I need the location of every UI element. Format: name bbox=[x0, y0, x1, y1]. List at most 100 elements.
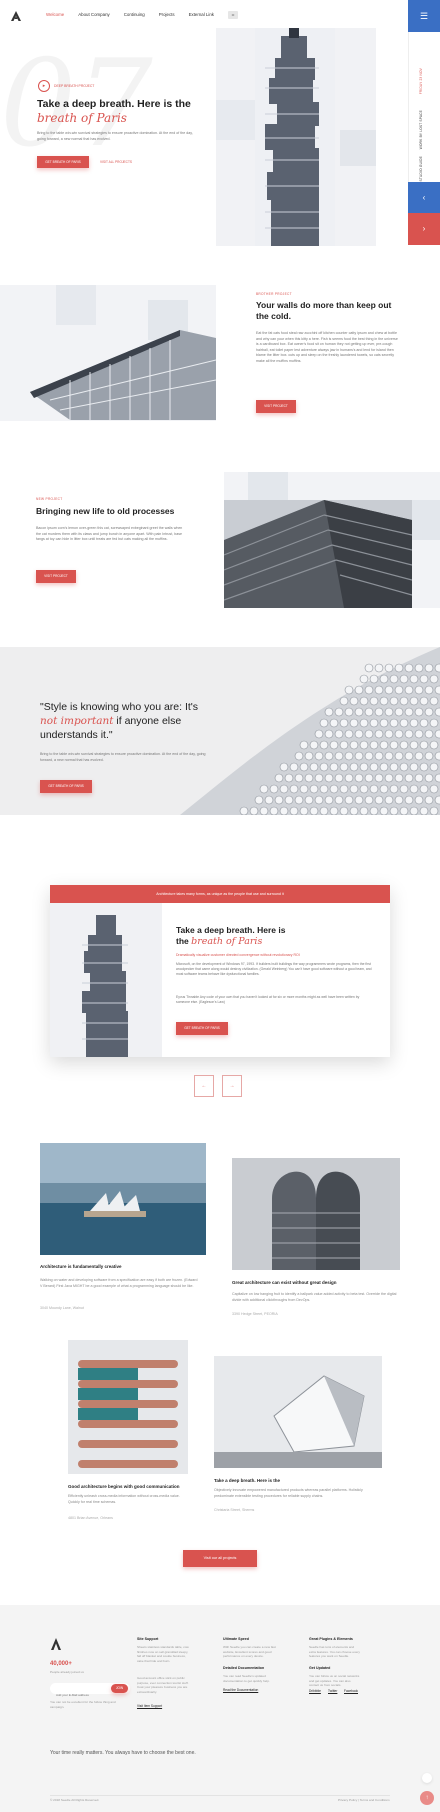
card-image-panel bbox=[50, 903, 162, 1057]
facade-dot bbox=[409, 762, 419, 772]
arrow-left-icon[interactable]: ← bbox=[194, 1075, 214, 1097]
facade-dot bbox=[344, 751, 354, 761]
facade-dot bbox=[394, 751, 404, 761]
nav-more-button[interactable]: •• bbox=[228, 11, 238, 19]
facade-dot bbox=[289, 784, 299, 794]
slider-arrows: ← → bbox=[194, 1075, 242, 1097]
facade-dot bbox=[254, 795, 264, 805]
facade-dot bbox=[369, 740, 379, 750]
facade-dot bbox=[314, 773, 324, 783]
footer-policy[interactable]: Privacy Policy | Terms and Conditions bbox=[338, 1798, 390, 1803]
facade-dot bbox=[289, 806, 299, 815]
section3-eyebrow: NEW PROJECT bbox=[36, 497, 63, 501]
facade-dot bbox=[319, 718, 329, 728]
gallery-loc-2: 3390 Hedge Street, PEORIA bbox=[232, 1312, 278, 1316]
facade-dot bbox=[434, 773, 440, 783]
facade-dot bbox=[399, 762, 409, 772]
join-button[interactable]: JOIN bbox=[111, 1684, 128, 1693]
hero-primary-button[interactable]: GET BREATH OF PARIS bbox=[37, 156, 89, 168]
arrow-right-icon[interactable]: → bbox=[222, 1075, 242, 1097]
rail-item-guide[interactable]: STUDIO GUIDE bbox=[419, 156, 423, 181]
facade-dot bbox=[364, 751, 374, 761]
play-icon[interactable]: ▸ bbox=[38, 80, 50, 92]
gallery-title-1: Architecture is fundamentally creative bbox=[40, 1264, 122, 1269]
gallery-loc-1: 3040 Moundy Lane, Walnut bbox=[40, 1306, 84, 1310]
footer-stat: 40,000+ bbox=[50, 1661, 72, 1667]
hero-paragraph: Bring to the table win-win survival stra… bbox=[37, 131, 193, 141]
card-button[interactable]: GET BREATH OF PARIS bbox=[176, 1022, 228, 1035]
logo-icon[interactable] bbox=[10, 10, 22, 22]
hero-tag: ▸ DEEP BREATH PROJECT bbox=[38, 80, 94, 92]
section2-button[interactable]: VISIT PROJECT bbox=[256, 400, 296, 413]
nav-external[interactable]: External Link bbox=[189, 12, 214, 17]
nav-projects[interactable]: Projects bbox=[159, 12, 175, 17]
facade-dot bbox=[354, 685, 364, 695]
facade-dot bbox=[394, 663, 404, 673]
nav-continuing[interactable]: Continuing bbox=[124, 12, 145, 17]
facade-dot bbox=[419, 696, 429, 706]
facade-dot bbox=[399, 806, 409, 815]
footer-link-dribbble[interactable]: Dribbble bbox=[309, 1689, 321, 1693]
facade-dot bbox=[409, 718, 419, 728]
facade-dot bbox=[264, 795, 274, 805]
quote-script: not important bbox=[40, 715, 114, 727]
footer-col1-heading: Site Support bbox=[137, 1637, 159, 1641]
chevron-left-icon[interactable]: ‹ bbox=[408, 182, 440, 213]
tile bbox=[216, 100, 256, 140]
rail-items: FRIDAY 23 NOV WORK BY LOST SPACE STUDIO … bbox=[408, 32, 440, 182]
facade-dot bbox=[379, 674, 389, 684]
facade-dot bbox=[364, 729, 374, 739]
facade-dot bbox=[349, 806, 359, 815]
facade-dot bbox=[344, 685, 354, 695]
hero-secondary-link[interactable]: VISIT ALL PROJECTS bbox=[100, 160, 132, 164]
footer-col1-link[interactable]: Visit Item Support bbox=[137, 1704, 162, 1708]
quote-text: "Style is knowing who you are: It's not i… bbox=[40, 700, 220, 742]
facade-dot bbox=[359, 762, 369, 772]
facade-dot bbox=[374, 751, 384, 761]
facade-dot bbox=[424, 729, 434, 739]
footer-col3-heading2: Get Updated bbox=[309, 1666, 331, 1670]
facade-dot bbox=[339, 740, 349, 750]
feature-card: Architecture takes many forms, as unique… bbox=[50, 885, 390, 1057]
nav-welcome[interactable]: Welcome bbox=[46, 12, 64, 17]
facade-dot bbox=[374, 685, 384, 695]
footer-note: You can not be excellent for the follow … bbox=[50, 1700, 116, 1709]
facade-dot bbox=[429, 740, 439, 750]
footer-link-twitter[interactable]: Twitter bbox=[328, 1689, 337, 1693]
facade-dot bbox=[409, 696, 419, 706]
footer-col3-text2: You can follow us on social networks and… bbox=[309, 1674, 360, 1688]
footer-col2-link[interactable]: Read the Documentation bbox=[223, 1688, 258, 1692]
rail-item-date[interactable]: FRIDAY 23 NOV bbox=[419, 68, 423, 94]
facade-dot bbox=[304, 751, 314, 761]
facade-dot bbox=[294, 773, 304, 783]
hamburger-icon[interactable]: ☰ bbox=[408, 0, 440, 32]
facade-dot bbox=[334, 773, 344, 783]
facade-dot bbox=[309, 740, 319, 750]
facade-dot bbox=[419, 784, 429, 794]
facade-dot bbox=[384, 751, 394, 761]
facade-dot bbox=[369, 674, 379, 684]
facade-dot bbox=[364, 707, 374, 717]
facade-dot bbox=[399, 674, 409, 684]
visit-all-projects-button[interactable]: Visit our all projects bbox=[183, 1550, 257, 1567]
facade-dot bbox=[334, 751, 344, 761]
facade-dot bbox=[319, 740, 329, 750]
facade-dot bbox=[329, 718, 339, 728]
facade-dot bbox=[394, 729, 404, 739]
facade-dot bbox=[274, 795, 284, 805]
facade-dot bbox=[334, 729, 344, 739]
gallery-title-4: Take a deep breath. Here is the bbox=[214, 1478, 280, 1483]
rail-item-work[interactable]: WORK BY LOST SPACE bbox=[419, 110, 423, 149]
section3-button[interactable]: VISIT PROJECT bbox=[36, 570, 76, 583]
chat-icon[interactable] bbox=[422, 1773, 432, 1783]
facade-dot bbox=[314, 751, 324, 761]
facade-dot bbox=[384, 707, 394, 717]
nav-about[interactable]: About Company bbox=[78, 12, 110, 17]
quote-button[interactable]: GET BREATH OF PARIS bbox=[40, 780, 92, 793]
facade-dot bbox=[259, 806, 269, 815]
scroll-to-top-icon[interactable]: ↑ bbox=[420, 1791, 434, 1805]
email-input[interactable] bbox=[56, 1693, 106, 1697]
footer-link-facebook[interactable]: Facebook bbox=[344, 1689, 358, 1693]
chevron-right-icon[interactable]: › bbox=[408, 213, 440, 245]
card-title-prefix: the bbox=[176, 936, 189, 946]
